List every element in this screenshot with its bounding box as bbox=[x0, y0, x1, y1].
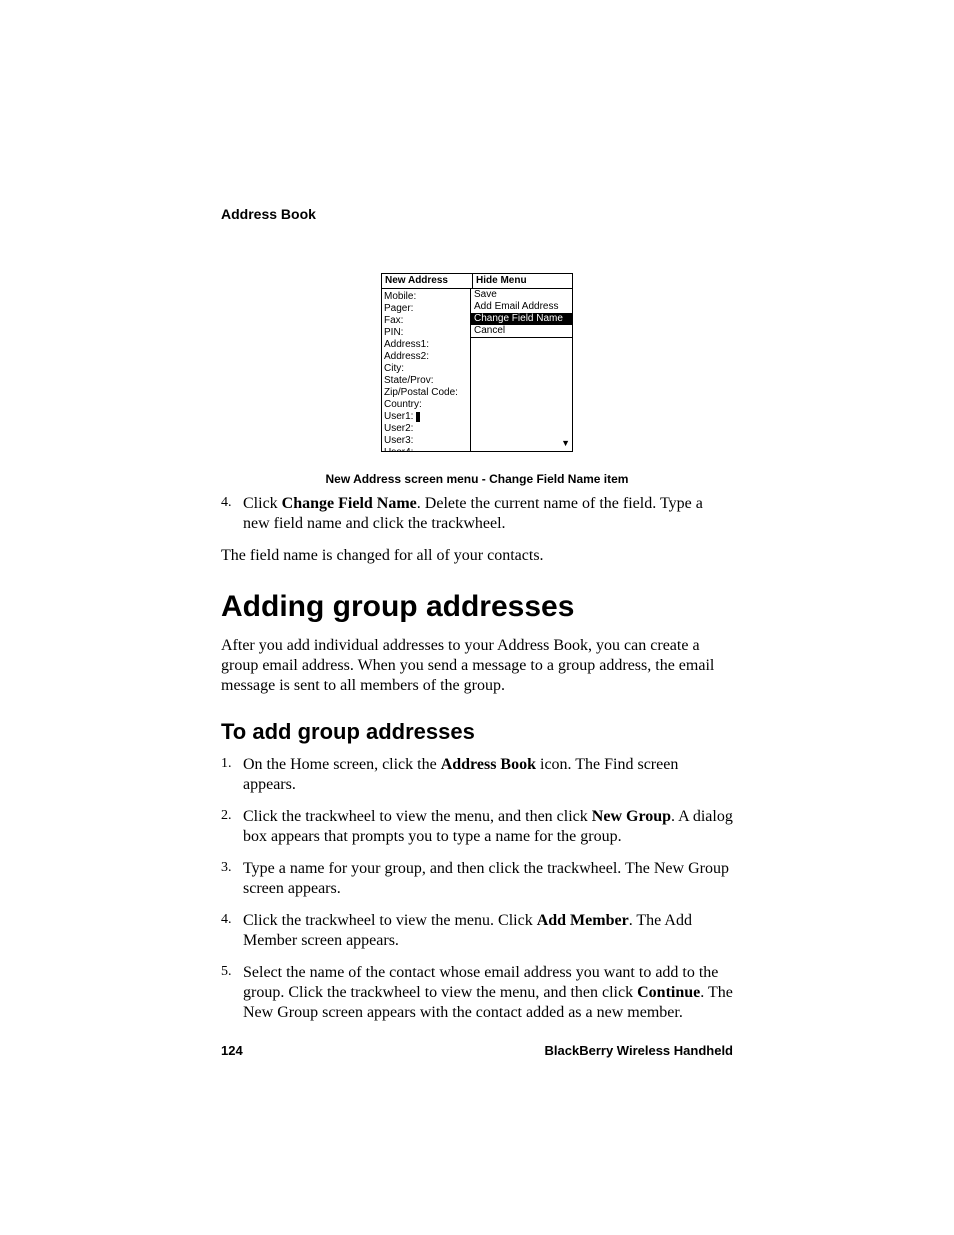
bb-field: User4: bbox=[384, 447, 468, 452]
step-row: 5.Select the name of the contact whose e… bbox=[221, 963, 733, 1023]
step-number: 3. bbox=[221, 859, 243, 899]
bb-field: User2: bbox=[384, 423, 468, 435]
paragraph: After you add individual addresses to yo… bbox=[221, 636, 733, 696]
bb-field: City: bbox=[384, 363, 468, 375]
bb-body: Mobile:Pager:Fax:PIN:Address1:Address2:C… bbox=[382, 289, 572, 451]
step-number: 2. bbox=[221, 807, 243, 847]
bb-field: Country: bbox=[384, 399, 468, 411]
step-row: 3.Type a name for your group, and then c… bbox=[221, 859, 733, 899]
text: Click bbox=[243, 495, 282, 512]
bb-field: User1: bbox=[384, 411, 468, 423]
bold-text: New Group bbox=[592, 808, 671, 825]
step-text: Select the name of the contact whose ema… bbox=[243, 963, 733, 1023]
chevron-down-icon: ▼ bbox=[561, 437, 570, 449]
step-text: Click the trackwheel to view the menu. C… bbox=[243, 911, 733, 951]
bb-menu: SaveAdd Email AddressChange Field NameCa… bbox=[471, 289, 572, 338]
bold-text: Add Member bbox=[537, 912, 629, 929]
text-cursor bbox=[416, 412, 420, 422]
step-row: 2.Click the trackwheel to view the menu,… bbox=[221, 807, 733, 847]
bb-field: User3: bbox=[384, 435, 468, 447]
bb-menu-item[interactable]: Change Field Name bbox=[471, 313, 572, 325]
paragraph: The field name is changed for all of you… bbox=[221, 546, 733, 566]
bb-title-left: New Address bbox=[382, 274, 473, 288]
bb-field-list: Mobile:Pager:Fax:PIN:Address1:Address2:C… bbox=[382, 289, 471, 451]
bb-field: Mobile: bbox=[384, 291, 468, 303]
bold-text: Continue bbox=[637, 984, 700, 1001]
page: Address Book New Address Hide Menu Mobil… bbox=[0, 0, 954, 1235]
text: On the Home screen, click the bbox=[243, 756, 441, 773]
text: Click the trackwheel to view the menu. C… bbox=[243, 912, 537, 929]
bb-screen: New Address Hide Menu Mobile:Pager:Fax:P… bbox=[381, 273, 573, 452]
step-row: 4.Click the trackwheel to view the menu.… bbox=[221, 911, 733, 951]
step-text: Type a name for your group, and then cli… bbox=[243, 859, 733, 899]
section-header: Address Book bbox=[221, 206, 316, 222]
bb-field: Pager: bbox=[384, 303, 468, 315]
step-number: 1. bbox=[221, 755, 243, 795]
bb-field: Zip/Postal Code: bbox=[384, 387, 468, 399]
text: Click the trackwheel to view the menu, a… bbox=[243, 808, 592, 825]
bb-title-right: Hide Menu bbox=[473, 274, 572, 288]
bb-field: PIN: bbox=[384, 327, 468, 339]
bb-field: Address1: bbox=[384, 339, 468, 351]
book-title: BlackBerry Wireless Handheld bbox=[545, 1043, 733, 1058]
step-number: 5. bbox=[221, 963, 243, 1023]
bb-titlebar: New Address Hide Menu bbox=[382, 274, 572, 289]
step-number: 4. bbox=[221, 911, 243, 951]
page-number: 124 bbox=[221, 1043, 243, 1058]
bb-menu-item[interactable]: Cancel bbox=[471, 325, 572, 337]
screenshot-caption: New Address screen menu - Change Field N… bbox=[221, 472, 733, 486]
heading-adding-group: Adding group addresses bbox=[221, 588, 733, 626]
device-screenshot: New Address Hide Menu Mobile:Pager:Fax:P… bbox=[380, 273, 574, 452]
bold-text: Change Field Name bbox=[282, 495, 417, 512]
step-number: 4. bbox=[221, 494, 243, 534]
step-text: Click the trackwheel to view the menu, a… bbox=[243, 807, 733, 847]
step-text: Click Change Field Name. Delete the curr… bbox=[243, 494, 733, 534]
steps-list: 1.On the Home screen, click the Address … bbox=[221, 755, 733, 1023]
step-text: On the Home screen, click the Address Bo… bbox=[243, 755, 733, 795]
step-row: 1.On the Home screen, click the Address … bbox=[221, 755, 733, 795]
content: 4. Click Change Field Name. Delete the c… bbox=[221, 494, 733, 1035]
heading-to-add-group: To add group addresses bbox=[221, 718, 733, 746]
bb-menu-item[interactable]: Save bbox=[471, 289, 572, 301]
step-4: 4. Click Change Field Name. Delete the c… bbox=[221, 494, 733, 534]
bb-menu-panel: SaveAdd Email AddressChange Field NameCa… bbox=[471, 289, 572, 451]
bb-field: State/Prov: bbox=[384, 375, 468, 387]
bold-text: Address Book bbox=[441, 756, 536, 773]
footer: 124 BlackBerry Wireless Handheld bbox=[221, 1043, 733, 1058]
bb-field: Address2: bbox=[384, 351, 468, 363]
text: Type a name for your group, and then cli… bbox=[243, 860, 729, 897]
bb-menu-item[interactable]: Add Email Address bbox=[471, 301, 572, 313]
bb-field: Fax: bbox=[384, 315, 468, 327]
